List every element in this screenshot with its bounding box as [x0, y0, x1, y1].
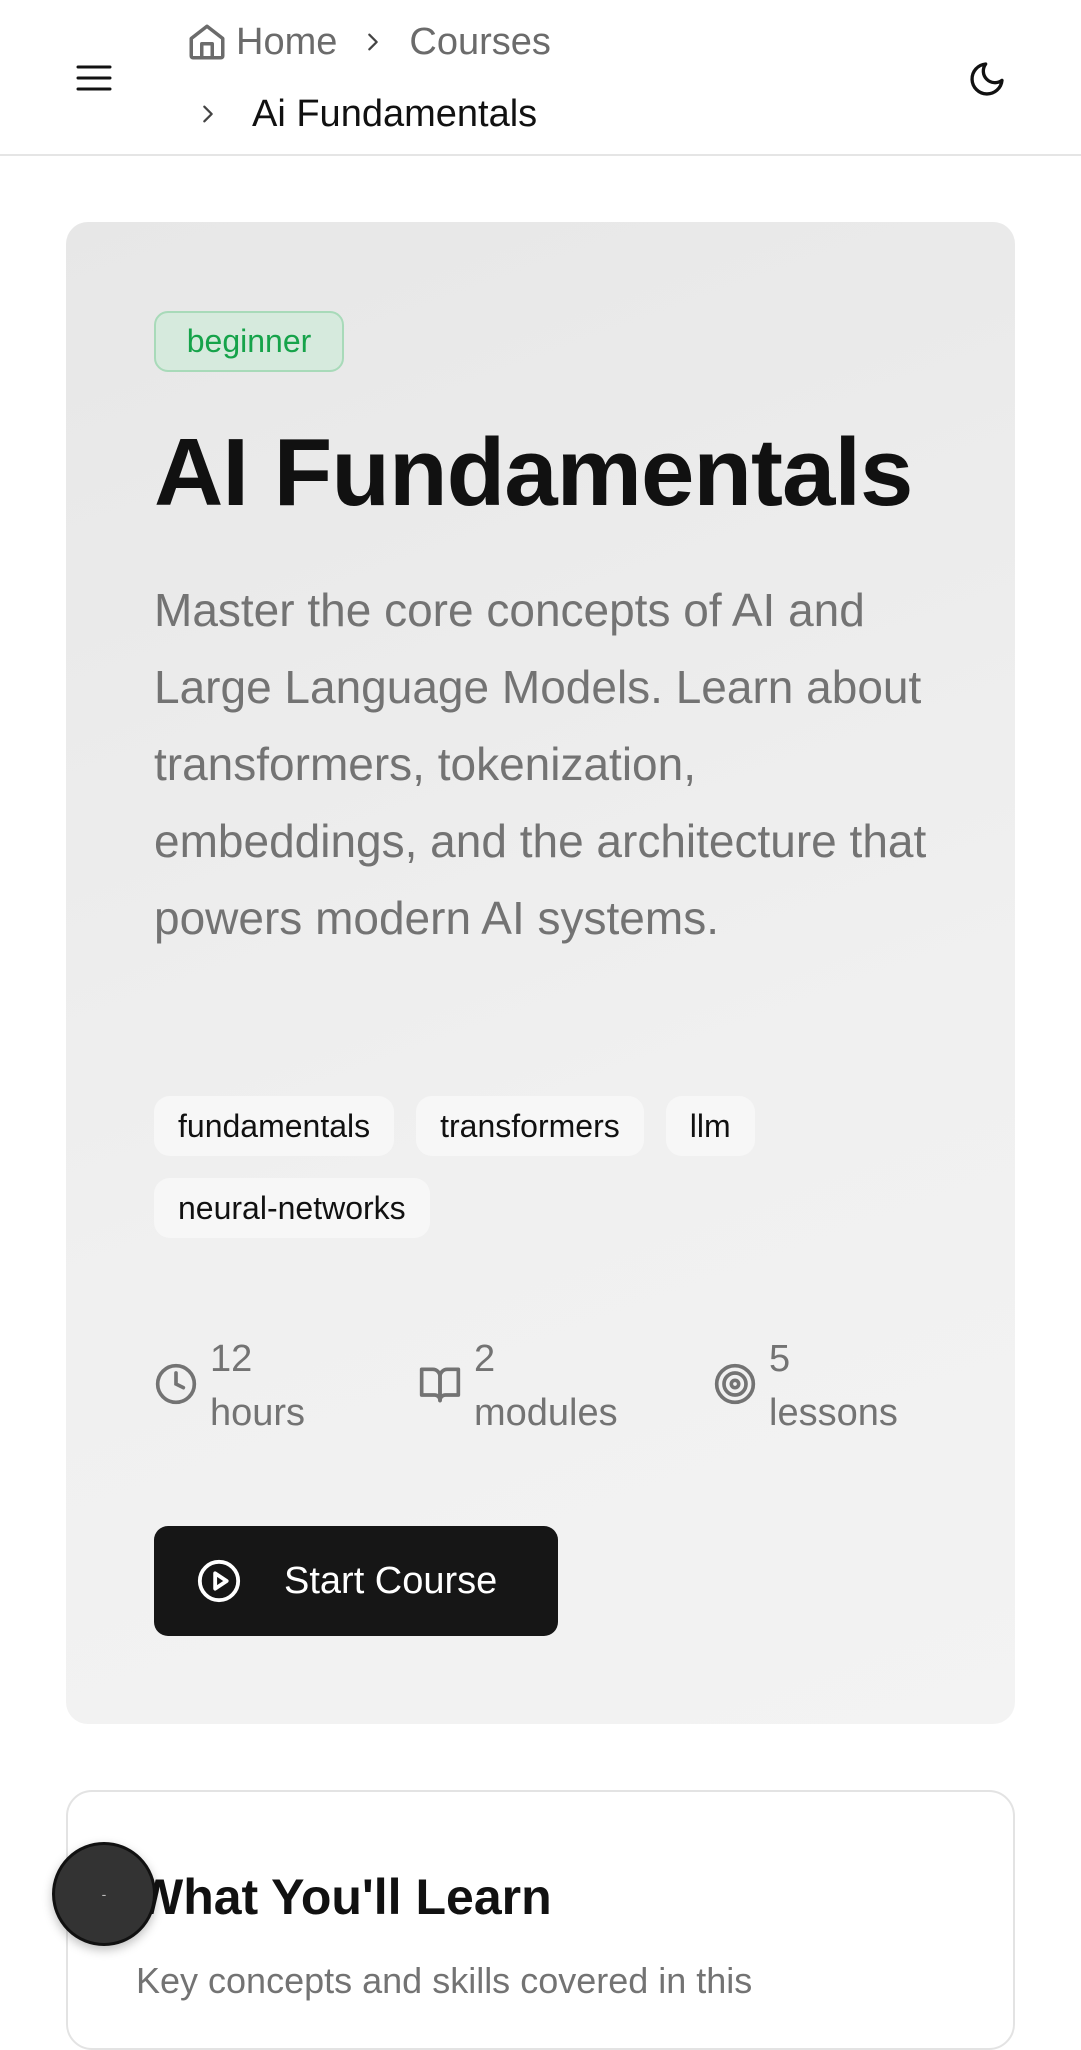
- clock-icon: [155, 1363, 197, 1405]
- stat-modules-number: 2: [474, 1338, 496, 1380]
- target-icon: [714, 1363, 756, 1405]
- stat-modules-unit: modules: [474, 1392, 618, 1434]
- stat-modules: 2 modules: [418, 1332, 618, 1440]
- start-course-label: Start Course: [284, 1559, 498, 1602]
- stat-lessons-number: 5: [769, 1338, 791, 1380]
- course-title: AI Fundamentals: [154, 419, 913, 526]
- tag-list: fundamentals transformers llm neural-net…: [154, 1096, 914, 1238]
- what-youll-learn-card: What You'll Learn Key concepts and skill…: [66, 1790, 1015, 2050]
- breadcrumb-current: Ai Fundamentals: [252, 92, 538, 135]
- theme-toggle-button[interactable]: [962, 54, 1012, 104]
- level-badge: beginner: [154, 311, 344, 372]
- tag: neural-networks: [154, 1178, 430, 1238]
- play-circle-icon: [197, 1559, 241, 1603]
- chevron-right-icon: [355, 24, 391, 60]
- course-hero-card: beginner AI Fundamentals Master the core…: [66, 222, 1015, 1724]
- course-description: Master the core concepts of AI and Large…: [154, 584, 927, 944]
- stat-lessons: 5 lessons: [713, 1332, 898, 1440]
- learn-description: Key concepts and skills covered in this: [136, 1960, 753, 2001]
- stat-lessons-unit: lessons: [769, 1392, 898, 1434]
- breadcrumb-home-label: Home: [236, 20, 338, 63]
- fab-label: -: [101, 1886, 107, 1902]
- tag: llm: [665, 1096, 755, 1156]
- learn-title: What You'll Learn: [136, 1869, 552, 1925]
- home-icon: [189, 24, 225, 60]
- breadcrumb-courses-link[interactable]: Courses: [409, 21, 551, 64]
- hamburger-menu-icon: [76, 65, 112, 91]
- top-header: Home Courses Ai Fundamentals: [0, 0, 1081, 156]
- stat-duration-unit: hours: [210, 1392, 306, 1434]
- stat-duration: 12 hours: [154, 1332, 305, 1440]
- course-stats: 12 hours 2 modules 5 lessons: [154, 1332, 954, 1442]
- book-open-icon: [419, 1367, 461, 1403]
- chevron-right-icon: [190, 96, 226, 132]
- stat-duration-number: 12: [210, 1338, 253, 1380]
- moon-icon: [970, 62, 1004, 96]
- floating-action-button[interactable]: -: [52, 1842, 156, 1946]
- menu-button[interactable]: [68, 56, 120, 100]
- breadcrumb-home-link[interactable]: Home: [186, 21, 337, 64]
- tag: transformers: [416, 1096, 644, 1156]
- tag: fundamentals: [154, 1096, 395, 1156]
- start-course-button[interactable]: Start Course: [154, 1526, 558, 1636]
